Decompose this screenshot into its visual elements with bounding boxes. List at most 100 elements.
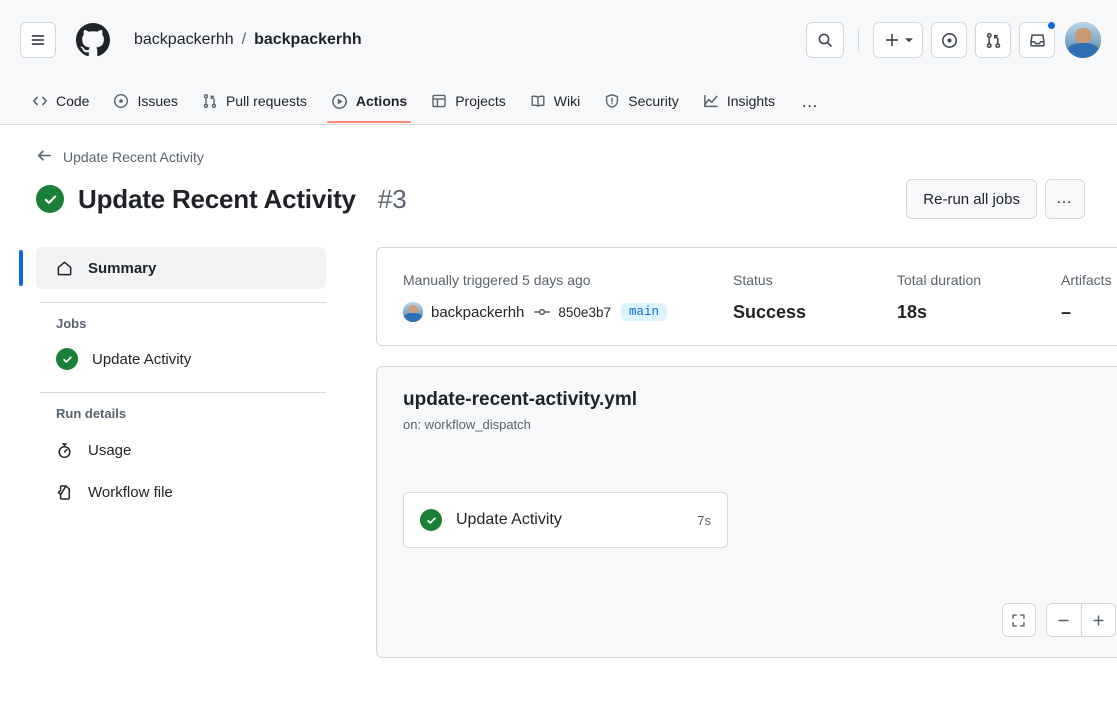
check-circle-fill-icon	[420, 509, 442, 531]
run-duration-value: 18s	[897, 302, 928, 322]
table-icon	[431, 93, 447, 109]
status-badge: Success	[733, 302, 807, 322]
actor-name[interactable]: backpackerhh	[431, 304, 524, 321]
actor-avatar[interactable]	[403, 302, 423, 322]
run-duration-stat: Total duration 18s	[897, 272, 1061, 323]
workflow-trigger-event: on: workflow_dispatch	[403, 417, 531, 432]
notifications-icon[interactable]	[1019, 20, 1057, 58]
sidebar-run-details-heading: Run details	[56, 406, 127, 421]
run-summary-card: Manually triggered 5 days ago backpacker…	[376, 247, 1117, 346]
tab-issues[interactable]: Issues	[101, 80, 189, 124]
tab-security-label: Security	[628, 93, 679, 109]
sidebar-item-workflow-file[interactable]: Workflow file	[36, 471, 326, 513]
minus-icon[interactable]	[1047, 604, 1081, 636]
tab-wiki-label: Wiki	[553, 93, 581, 109]
tab-insights-label: Insights	[726, 93, 776, 109]
play-icon	[331, 93, 348, 110]
run-more-options-button[interactable]: …	[1045, 179, 1085, 219]
run-artifacts-value: –	[1061, 302, 1072, 322]
sidebar-item-workflow-file-label: Workflow file	[88, 483, 173, 501]
page-title: Update Recent Activity	[78, 183, 356, 214]
issues-icon[interactable]	[931, 22, 967, 58]
git-pull-request-icon	[202, 93, 218, 109]
tab-code-label: Code	[56, 93, 90, 109]
repo-nav-overflow-button[interactable]: …	[789, 80, 832, 124]
sidebar-item-usage-label: Usage	[88, 441, 132, 459]
github-logo-icon[interactable]	[76, 23, 110, 57]
header-actions	[806, 20, 1101, 58]
branch-badge[interactable]: main	[620, 303, 667, 321]
repository-nav: Code Issues Pull requests Actions Projec…	[0, 80, 1117, 125]
run-main-column: Manually triggered 5 days ago backpacker…	[326, 247, 1117, 658]
run-sidebar: Summary Jobs Update Activity Run details	[19, 247, 326, 658]
create-new-button[interactable]	[873, 22, 923, 58]
back-link-label: Update Recent Activity	[63, 149, 204, 165]
breadcrumb-owner[interactable]: backpackerhh	[134, 31, 234, 49]
sidebar-jobs-heading: Jobs	[56, 316, 87, 331]
search-icon[interactable]	[806, 22, 844, 58]
tab-projects[interactable]: Projects	[419, 80, 518, 124]
run-status-stat: Status Success	[733, 272, 897, 323]
run-trigger-text: Manually triggered 5 days ago	[403, 272, 591, 288]
run-title-group: Update Recent Activity #3	[36, 184, 407, 215]
run-status-label: Status	[733, 272, 773, 288]
run-trigger-block: Manually triggered 5 days ago backpacker…	[403, 272, 733, 323]
plus-icon[interactable]	[1080, 604, 1115, 636]
notification-badge-dot	[1046, 20, 1057, 31]
run-artifacts-stat: Artifacts –	[1061, 272, 1112, 323]
workflow-graph-job-node[interactable]: Update Activity 7s	[403, 492, 728, 548]
fit-screen-icon[interactable]	[1001, 603, 1036, 637]
header-divider	[858, 29, 859, 51]
arrow-left-icon	[36, 147, 53, 167]
sidebar-job-label: Update Activity	[92, 350, 192, 368]
tab-issues-label: Issues	[137, 93, 178, 109]
tab-wiki[interactable]: Wiki	[518, 80, 592, 124]
breadcrumb: backpackerhh / backpackerhh	[134, 31, 362, 49]
breadcrumb-separator: /	[241, 31, 247, 48]
graph-icon	[703, 93, 719, 109]
global-header: backpackerhh / backpackerhh	[0, 0, 1117, 80]
tab-pull-requests-label: Pull requests	[225, 93, 307, 109]
run-actions: Re-run all jobs …	[906, 179, 1085, 219]
breadcrumb-repo[interactable]: backpackerhh	[254, 31, 362, 49]
github-actions-run-page: backpackerhh / backpackerhh Code Issues …	[0, 0, 1117, 704]
sidebar-job-update-activity[interactable]: Update Activity	[36, 339, 326, 379]
job-node-duration: 7s	[697, 512, 711, 528]
shield-icon	[604, 93, 620, 109]
sidebar-item-usage[interactable]: Usage	[36, 429, 326, 471]
avatar[interactable]	[1065, 22, 1101, 58]
rerun-all-jobs-button[interactable]: Re-run all jobs	[906, 179, 1037, 219]
sidebar-divider	[40, 302, 326, 303]
run-artifacts-label: Artifacts	[1061, 272, 1112, 288]
tab-actions[interactable]: Actions	[319, 80, 419, 124]
home-icon	[56, 260, 74, 277]
run-content: Update Recent Activity Update Recent Act…	[0, 125, 1117, 658]
tab-security[interactable]: Security	[592, 80, 691, 124]
hamburger-menu-icon[interactable]	[20, 22, 56, 58]
sidebar-item-summary-label: Summary	[88, 259, 157, 277]
commit-sha[interactable]: 850e3b7	[558, 305, 611, 320]
run-title-row: Update Recent Activity #3 Re-run all job…	[36, 179, 1085, 219]
graph-zoom-controls	[1001, 603, 1116, 637]
sidebar-item-summary[interactable]: Summary	[19, 247, 326, 289]
run-duration-label: Total duration	[897, 272, 982, 288]
stopwatch-icon	[56, 442, 74, 459]
workflow-file-name: update-recent-activity.yml	[403, 389, 638, 410]
git-commit-icon	[534, 304, 551, 320]
workflow-graph-card: update-recent-activity.yml on: workflow_…	[376, 366, 1117, 658]
file-code-icon	[56, 484, 74, 501]
tab-projects-label: Projects	[455, 93, 506, 109]
issue-opened-icon	[113, 93, 129, 109]
run-body: Summary Jobs Update Activity Run details	[19, 247, 1117, 658]
run-actor-line: backpackerhh 850e3b7 main	[403, 302, 733, 322]
pull-requests-icon[interactable]	[975, 22, 1011, 58]
plus-icon	[885, 33, 899, 47]
tab-code[interactable]: Code	[20, 80, 101, 124]
check-circle-fill-icon	[36, 185, 64, 213]
back-to-workflow-link[interactable]: Update Recent Activity	[36, 147, 1085, 167]
code-icon	[32, 93, 48, 109]
job-node-label: Update Activity	[456, 511, 562, 528]
tab-insights[interactable]: Insights	[691, 80, 787, 124]
book-icon	[530, 93, 546, 109]
tab-pull-requests[interactable]: Pull requests	[190, 80, 319, 124]
